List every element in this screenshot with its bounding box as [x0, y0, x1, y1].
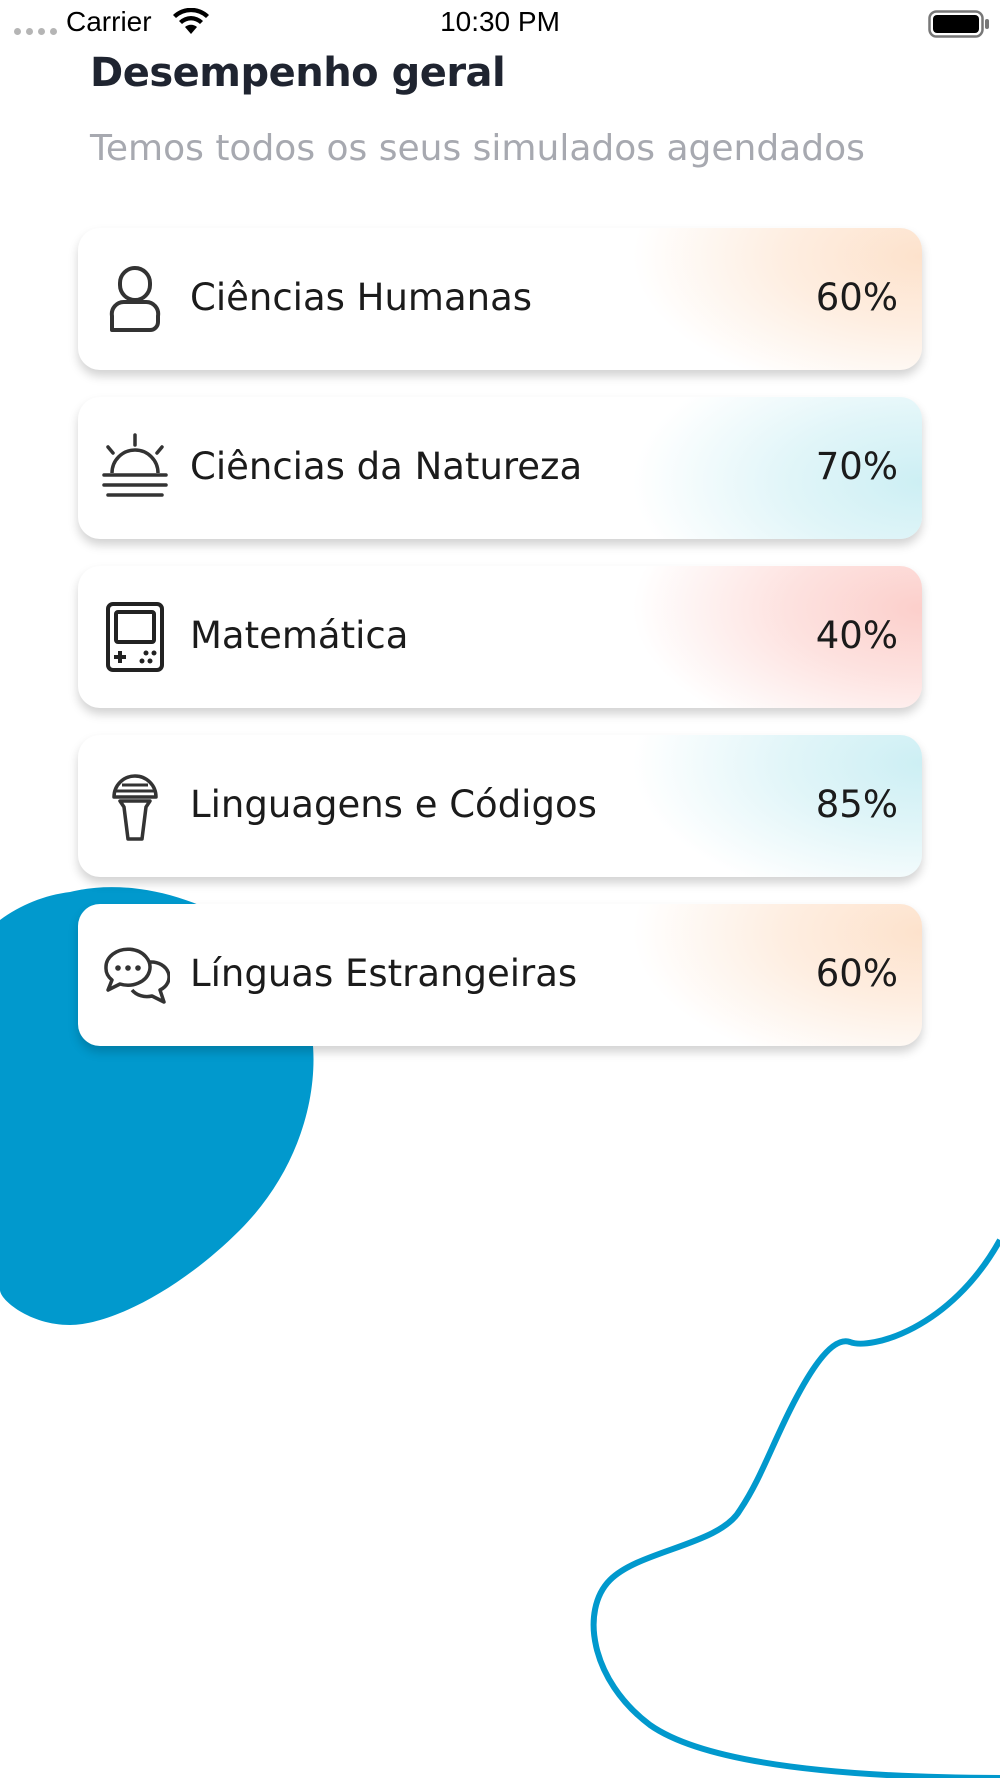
subject-score: 70%: [815, 445, 898, 488]
clock-time: 10:30 PM: [440, 6, 560, 37]
subject-card-matematica[interactable]: Matemática 40%: [78, 566, 922, 708]
subject-card-ciencias-humanas[interactable]: Ciências Humanas 60%: [78, 228, 922, 370]
subject-name: Línguas Estrangeiras: [190, 952, 578, 995]
page-subtitle: Temos todos os seus simulados agendados: [90, 128, 865, 169]
battery-icon: [928, 10, 989, 38]
chat-bubbles-icon: [104, 947, 170, 1004]
subject-score: 60%: [815, 952, 898, 995]
subject-score: 40%: [815, 614, 898, 657]
subject-card-linguagens-codigos[interactable]: Linguagens e Códigos 85%: [78, 735, 922, 877]
page-title: Desempenho geral: [90, 50, 506, 96]
gameboy-icon: [106, 602, 164, 672]
subject-name: Ciências Humanas: [190, 276, 533, 319]
sunrise-icon: [102, 433, 168, 497]
subject-score: 60%: [815, 276, 898, 319]
microphone-icon: [112, 774, 158, 841]
subject-name: Ciências da Natureza: [190, 445, 583, 488]
subject-card-ciencias-natureza[interactable]: Ciências da Natureza 70%: [78, 397, 922, 539]
subject-name: Linguagens e Códigos: [190, 783, 597, 826]
person-icon: [109, 266, 161, 332]
subject-card-linguas-estrangeiras[interactable]: Línguas Estrangeiras 60%: [78, 904, 922, 1046]
status-bar: Carrier 10:30 PM: [0, 0, 1000, 48]
subject-name: Matemática: [190, 614, 409, 657]
subject-score: 85%: [815, 783, 898, 826]
